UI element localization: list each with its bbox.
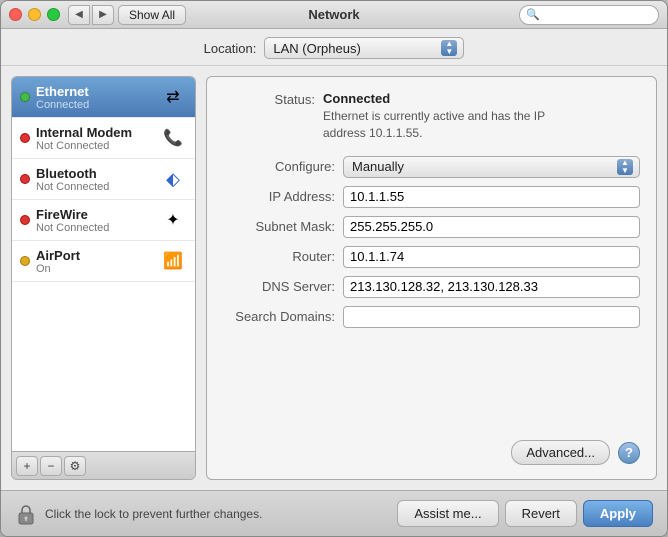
status-description: Ethernet is currently active and has the…: [323, 108, 583, 142]
revert-button[interactable]: Revert: [505, 500, 577, 527]
ethernet-icon: ⇄: [159, 83, 187, 111]
sidebar-item-status-airport: On: [36, 263, 159, 275]
status-dot-bluetooth: [20, 174, 30, 184]
help-button[interactable]: ?: [618, 442, 640, 464]
search-domains-label: Search Domains:: [223, 309, 343, 324]
status-field-label: Status:: [223, 91, 323, 142]
subnet-input[interactable]: [343, 216, 640, 238]
lock-text: Click the lock to prevent further change…: [45, 507, 391, 521]
sidebar: Ethernet Connected ⇄ Internal Modem Not …: [11, 76, 196, 480]
search-input[interactable]: [543, 8, 652, 22]
location-value: LAN (Orpheus): [273, 41, 435, 56]
router-input[interactable]: [343, 246, 640, 268]
subnet-row: Subnet Mask:: [223, 216, 640, 238]
ip-label: IP Address:: [223, 189, 343, 204]
status-dot-firewire: [20, 215, 30, 225]
sidebar-item-status-modem: Not Connected: [36, 140, 159, 152]
sidebar-item-name-modem: Internal Modem: [36, 125, 159, 140]
configure-row: Configure: Manually ▲ ▼: [223, 156, 640, 178]
configure-select-arrow: ▲ ▼: [617, 159, 633, 175]
right-panel: Status: Connected Ethernet is currently …: [206, 76, 657, 480]
sidebar-item-airport[interactable]: AirPort On 📶: [12, 241, 195, 282]
modem-icon: 📞: [159, 124, 187, 152]
sidebar-item-bluetooth[interactable]: Bluetooth Not Connected ⬖: [12, 159, 195, 200]
sidebar-item-status-bluetooth: Not Connected: [36, 181, 159, 193]
search-domains-row: Search Domains:: [223, 306, 640, 328]
sidebar-item-status-firewire: Not Connected: [36, 222, 159, 234]
search-icon: 🔍: [526, 8, 540, 21]
router-label: Router:: [223, 249, 343, 264]
settings-network-button[interactable]: ⚙: [64, 456, 86, 476]
router-row: Router:: [223, 246, 640, 268]
minimize-button[interactable]: [28, 8, 41, 21]
firewire-icon: ✦: [159, 206, 187, 234]
sidebar-item-firewire[interactable]: FireWire Not Connected ✦: [12, 200, 195, 241]
status-connected-text: Connected: [323, 91, 583, 106]
sidebar-item-ethernet[interactable]: Ethernet Connected ⇄: [12, 77, 195, 118]
sidebar-item-name-bluetooth: Bluetooth: [36, 166, 159, 181]
traffic-lights: [9, 8, 60, 21]
search-box[interactable]: 🔍: [519, 5, 659, 25]
show-all-button[interactable]: Show All: [118, 5, 186, 25]
ip-row: IP Address:: [223, 186, 640, 208]
window-title: Network: [308, 7, 359, 22]
sidebar-item-name-ethernet: Ethernet: [36, 84, 159, 99]
network-window: ◀ ▶ Show All Network 🔍 Location: LAN (Or…: [0, 0, 668, 537]
status-info: Connected Ethernet is currently active a…: [323, 91, 583, 142]
airport-icon: 📶: [159, 247, 187, 275]
dns-label: DNS Server:: [223, 279, 343, 294]
sidebar-toolbar: + − ⚙: [12, 451, 195, 479]
status-dot-modem: [20, 133, 30, 143]
assist-me-button[interactable]: Assist me...: [397, 500, 498, 527]
sidebar-item-status-ethernet: Connected: [36, 99, 159, 111]
subnet-label: Subnet Mask:: [223, 219, 343, 234]
search-domains-input[interactable]: [343, 306, 640, 328]
main-content: Ethernet Connected ⇄ Internal Modem Not …: [1, 66, 667, 490]
sidebar-item-internal-modem[interactable]: Internal Modem Not Connected 📞: [12, 118, 195, 159]
remove-network-button[interactable]: −: [40, 456, 62, 476]
maximize-button[interactable]: [47, 8, 60, 21]
bluetooth-icon: ⬖: [159, 165, 187, 193]
location-toolbar: Location: LAN (Orpheus) ▲ ▼: [1, 29, 667, 66]
location-select[interactable]: LAN (Orpheus) ▲ ▼: [264, 37, 464, 59]
sidebar-item-name-firewire: FireWire: [36, 207, 159, 222]
titlebar: ◀ ▶ Show All Network 🔍: [1, 1, 667, 29]
status-dot-airport: [20, 256, 30, 266]
sidebar-item-name-airport: AirPort: [36, 248, 159, 263]
bottom-bar: Click the lock to prevent further change…: [1, 490, 667, 536]
back-button[interactable]: ◀: [68, 5, 90, 25]
status-dot-ethernet: [20, 92, 30, 102]
nav-buttons: ◀ ▶: [68, 5, 114, 25]
configure-label: Configure:: [223, 159, 343, 174]
add-network-button[interactable]: +: [16, 456, 38, 476]
panel-bottom-row: Advanced... ?: [223, 440, 640, 465]
advanced-button[interactable]: Advanced...: [511, 440, 610, 465]
apply-button[interactable]: Apply: [583, 500, 653, 527]
dns-row: DNS Server:: [223, 276, 640, 298]
location-select-arrow: ▲ ▼: [441, 40, 457, 56]
forward-button[interactable]: ▶: [92, 5, 114, 25]
close-button[interactable]: [9, 8, 22, 21]
location-label: Location:: [204, 41, 257, 56]
lock-icon[interactable]: [15, 502, 37, 526]
sidebar-list: Ethernet Connected ⇄ Internal Modem Not …: [12, 77, 195, 451]
configure-value: Manually: [352, 159, 611, 174]
status-section: Status: Connected Ethernet is currently …: [223, 91, 640, 142]
ip-input[interactable]: [343, 186, 640, 208]
configure-select[interactable]: Manually ▲ ▼: [343, 156, 640, 178]
dns-input[interactable]: [343, 276, 640, 298]
